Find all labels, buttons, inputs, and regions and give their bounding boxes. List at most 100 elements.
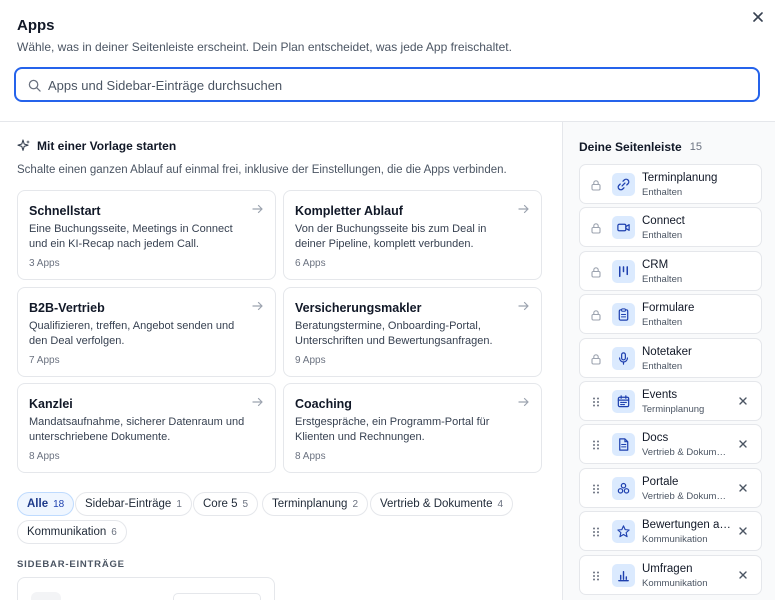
template-card-description: Qualifizieren, treffen, Angebot senden u… <box>29 320 235 347</box>
drag-handle-icon[interactable] <box>590 570 602 582</box>
filter-chip[interactable]: Kommunikation 6 <box>17 520 127 544</box>
template-card-count: 6 Apps <box>295 258 326 269</box>
remove-icon[interactable] <box>737 438 749 450</box>
remove-icon[interactable] <box>737 569 749 581</box>
filter-chip-label: Core 5 <box>203 498 238 510</box>
sidebar-panel: Deine Seitenleiste 15 Terminplanung Entha… <box>563 122 775 600</box>
sidebar-title: Deine Seitenleiste <box>579 140 682 154</box>
sidebar-item-lead[interactable] <box>590 395 602 413</box>
template-card[interactable]: Schnellstart Eine Buchungsseite, Meetings… <box>17 190 276 280</box>
drag-handle-icon[interactable] <box>590 439 602 451</box>
sidebar-item[interactable]: Bewertungen anfragen Kommunikation <box>579 511 762 552</box>
sidebar-item[interactable]: Docs Vertrieb & Dokumente <box>579 424 762 465</box>
filter-chip[interactable]: Vertrieb & Dokumente 4 <box>370 492 514 516</box>
dialog-header: Apps Wähle, was in deiner Seitenleiste e… <box>0 0 775 122</box>
calendar-icon <box>617 395 630 408</box>
sidebar-item-category: Vertrieb & Dokumente <box>642 490 730 502</box>
sidebar-item-icon <box>612 216 635 240</box>
sidebar-item-icon <box>612 563 635 587</box>
filter-chip[interactable]: Core 5 5 <box>193 492 259 516</box>
microphone-icon <box>618 351 629 365</box>
template-card-title: Schnellstart <box>29 204 101 218</box>
sidebar-item-icon <box>612 390 635 413</box>
search-field[interactable] <box>14 67 760 102</box>
template-card-count: 9 Apps <box>295 355 326 366</box>
dialog-title: Apps <box>17 17 55 34</box>
drag-handle-icon[interactable] <box>590 396 602 408</box>
sidebar-item[interactable]: Umfragen Kommunikation <box>579 554 762 595</box>
filter-chip-label: Alle <box>27 498 49 510</box>
lock-icon <box>591 223 601 234</box>
lock-icon <box>591 353 601 365</box>
app-action-placeholder[interactable] <box>173 593 261 600</box>
sidebar-item-name: Notetaker <box>642 345 692 358</box>
template-card-count: 3 Apps <box>29 258 60 269</box>
templates-description: Schalte einen ganzen Ablauf auf einmal f… <box>17 164 507 176</box>
template-card[interactable]: Coaching Erstgespräche, ein Programm-Port… <box>283 383 542 473</box>
arrow-right-icon <box>252 204 263 214</box>
remove-icon[interactable] <box>737 482 749 494</box>
sidebar-item-lead[interactable] <box>590 482 602 500</box>
remove-icon[interactable] <box>737 525 749 537</box>
drag-handle-icon[interactable] <box>590 483 602 495</box>
sidebar-item: Formulare Enthalten <box>579 294 762 335</box>
template-card-title: Kanzlei <box>29 397 73 411</box>
close-icon <box>753 12 763 22</box>
sidebar-item-lead <box>590 352 602 370</box>
sidebar-item-icon <box>612 520 635 544</box>
sidebar-item-icon <box>612 259 635 283</box>
filter-chip[interactable]: Terminplanung 2 <box>262 492 368 516</box>
template-card-description: Eine Buchungsseite, Meetings in Connect … <box>29 223 233 250</box>
sidebar-item-lead[interactable] <box>590 569 602 587</box>
sidebar-item[interactable]: Events Terminplanung <box>579 381 762 421</box>
sidebar-item-category: Enthalten <box>642 317 683 329</box>
search-input[interactable] <box>48 75 738 95</box>
sidebar-item: Connect Enthalten <box>579 207 762 248</box>
sidebar-item-name: Portale <box>642 475 679 488</box>
arrow-right-icon <box>518 301 529 311</box>
link-icon <box>617 178 630 191</box>
sidebar-item-name: Connect <box>642 215 685 228</box>
sidebar-item-icon <box>612 433 635 457</box>
template-card[interactable]: Versicherungsmakler Beratungstermine, Onb… <box>283 287 542 377</box>
app-card-partial[interactable] <box>17 577 275 600</box>
sidebar-item-lead[interactable] <box>590 438 602 456</box>
template-card-count: 7 Apps <box>29 355 60 366</box>
bar-chart-icon <box>618 570 629 581</box>
template-card-title: Kompletter Ablauf <box>295 204 403 218</box>
app-icon-placeholder <box>31 592 61 600</box>
drag-handle-icon[interactable] <box>590 526 602 538</box>
sidebar-item: Notetaker Enthalten <box>579 337 762 378</box>
lock-icon <box>591 310 601 321</box>
sidebar-item-category: Enthalten <box>642 230 683 242</box>
sidebar-item-lead <box>590 178 602 196</box>
filter-chip-label: Kommunikation <box>27 526 107 538</box>
template-card[interactable]: Kompletter Ablauf Von der Buchungsseite b… <box>283 190 542 280</box>
sidebar-item-category: Vertrieb & Dokumente <box>642 447 730 459</box>
sidebar-item-category: Enthalten <box>642 273 683 285</box>
filter-chip[interactable]: Alle 18 <box>17 492 75 516</box>
arrow-right-icon <box>252 397 263 407</box>
search-icon <box>28 79 41 92</box>
filter-chip[interactable]: Sidebar-Einträge 1 <box>75 492 192 516</box>
sidebar-item-icon <box>612 346 635 370</box>
filter-chip-count: 6 <box>111 526 117 538</box>
arrow-right-icon <box>252 301 263 311</box>
sidebar-item-lead <box>590 308 602 326</box>
sidebar-item-icon <box>612 173 635 196</box>
sidebar-item-name: Events <box>642 389 678 401</box>
dialog-subtitle: Wähle, was in deiner Seitenleiste ersche… <box>17 40 512 54</box>
close-button[interactable] <box>749 8 767 26</box>
template-card[interactable]: Kanzlei Mandatsaufnahme, sicherer Datenra… <box>17 383 276 473</box>
template-card-description: Beratungstermine, Onboarding-Portal, Unt… <box>295 320 493 347</box>
sidebar-item-lead[interactable] <box>590 525 602 543</box>
portal-icon <box>617 482 630 494</box>
filter-chip-label: Vertrieb & Dokumente <box>380 498 493 510</box>
sidebar-item[interactable]: Portale Vertrieb & Dokumente <box>579 467 762 508</box>
filter-chip-count: 4 <box>497 498 504 510</box>
remove-icon[interactable] <box>737 395 749 407</box>
template-card[interactable]: B2B-Vertrieb Qualifizieren, treffen, Ange… <box>17 287 276 377</box>
sidebar-item-name: Docs <box>642 432 669 445</box>
lock-icon <box>591 267 601 278</box>
sidebar-item-category: Enthalten <box>642 360 683 372</box>
